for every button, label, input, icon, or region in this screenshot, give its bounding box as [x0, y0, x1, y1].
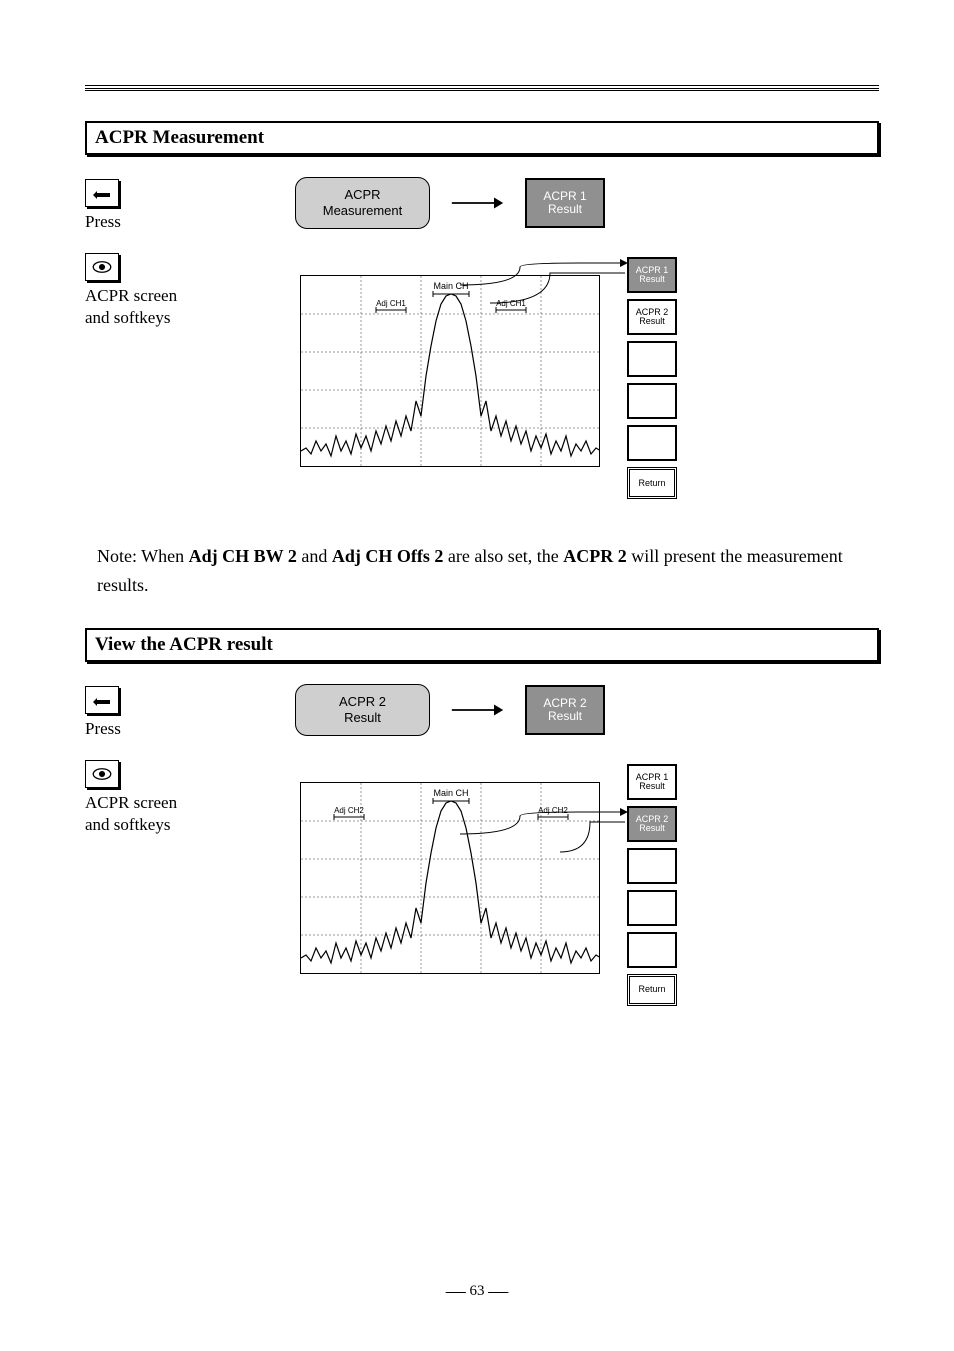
side-btn-return[interactable]: Return: [627, 467, 677, 499]
svg-text:Adj CH2: Adj CH2: [334, 806, 364, 815]
row-screen-2: ACPR screen and softkeys: [85, 758, 879, 1024]
note-text: Note: When Adj CH BW 2 and Adj CH Offs 2…: [97, 542, 879, 600]
softkey-acpr2-result[interactable]: ACPR 2 Result: [295, 684, 430, 736]
row-press-acpr2: Press ACPR 2 Result ACPR 2 Result: [85, 684, 879, 740]
side-btn-acpr2[interactable]: ACPR 2 Result: [627, 299, 677, 335]
side-btn-empty-1[interactable]: [627, 848, 677, 884]
arrow-right-icon: [450, 193, 505, 213]
press-label: Press: [85, 718, 295, 740]
side-btn-empty-2[interactable]: [627, 890, 677, 926]
softkey-acpr-measurement[interactable]: ACPR Measurement: [295, 177, 430, 229]
arrow-right-icon: [450, 700, 505, 720]
row-press-acpr: Press ACPR Measurement ACPR 1 Result: [85, 177, 879, 233]
connector-arrow-icon: [460, 804, 630, 854]
page-number: 63: [470, 1283, 485, 1299]
svg-text:Adj CH1: Adj CH1: [376, 299, 406, 308]
screen-label: ACPR screen and softkeys: [85, 285, 295, 329]
side-btn-acpr1[interactable]: ACPR 1 Result: [627, 257, 677, 293]
result-button-line2: Result: [548, 710, 582, 723]
svg-text:Main CH: Main CH: [433, 788, 468, 798]
page-footer: — 63 —: [0, 1280, 954, 1303]
result-button-line2: Result: [548, 203, 582, 216]
side-btn-acpr1[interactable]: ACPR 1 Result: [627, 764, 677, 800]
top-rule: [85, 85, 879, 91]
section-header-acpr-measurement: ACPR Measurement: [85, 121, 879, 155]
screen-label: ACPR screen and softkeys: [85, 792, 295, 836]
softkey-line2: Result: [344, 710, 381, 726]
eye-icon: [85, 760, 119, 788]
result-button-acpr1[interactable]: ACPR 1 Result: [525, 178, 605, 228]
softkey-line2: Measurement: [323, 203, 402, 219]
result-button-acpr2[interactable]: ACPR 2 Result: [525, 685, 605, 735]
softkey-line1: ACPR 2: [339, 694, 386, 710]
hand-icon: [85, 686, 119, 714]
side-softkeys: ACPR 1 Result ACPR 2 Result Return: [627, 764, 677, 1006]
section-header-view-acpr: View the ACPR result: [85, 628, 879, 662]
result-button-line1: ACPR 2: [543, 697, 586, 710]
hand-icon: [85, 179, 119, 207]
side-btn-empty-3[interactable]: [627, 425, 677, 461]
side-btn-empty-1[interactable]: [627, 341, 677, 377]
side-btn-acpr2[interactable]: ACPR 2 Result: [627, 806, 677, 842]
side-btn-empty-2[interactable]: [627, 383, 677, 419]
eye-icon: [85, 253, 119, 281]
side-btn-return[interactable]: Return: [627, 974, 677, 1006]
softkey-line1: ACPR: [344, 187, 380, 203]
side-btn-empty-3[interactable]: [627, 932, 677, 968]
connector-arrow-icon: [460, 255, 630, 305]
side-softkeys: ACPR 1 Result ACPR 2 Result Return: [627, 257, 677, 499]
row-screen-1: ACPR screen and softkeys: [85, 251, 879, 517]
press-label: Press: [85, 211, 295, 233]
